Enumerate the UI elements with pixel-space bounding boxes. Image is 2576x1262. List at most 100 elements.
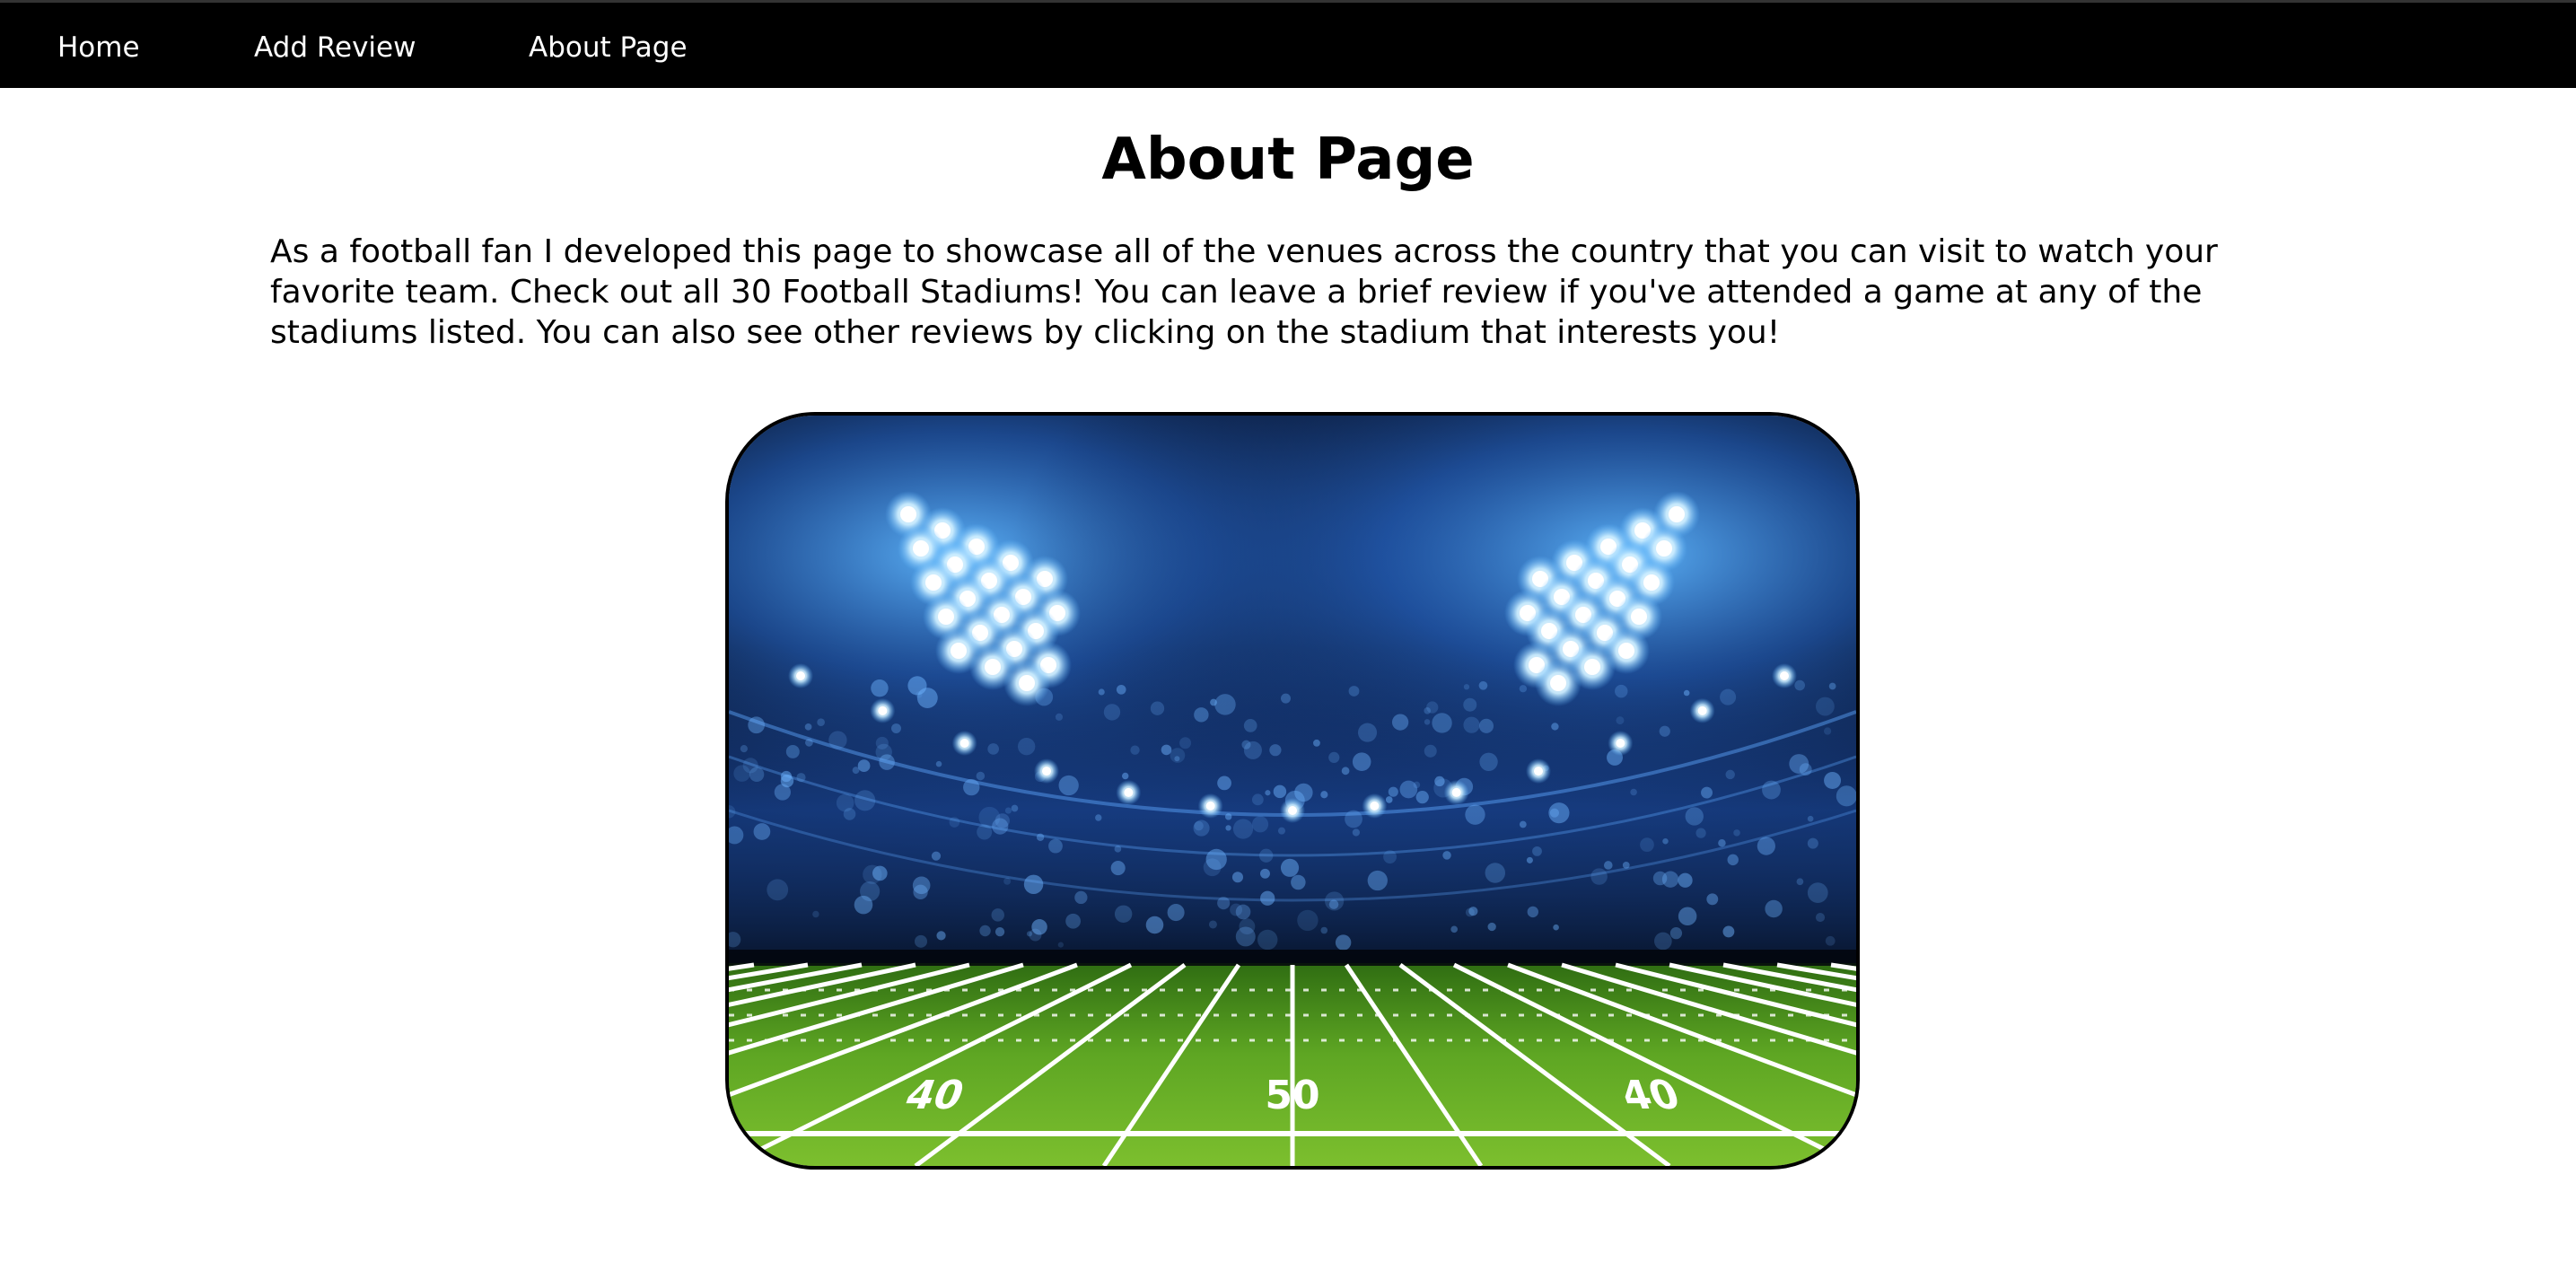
floodlight-bulb-core — [1631, 609, 1647, 625]
bokeh-dot — [785, 744, 800, 758]
bokeh-dot — [1615, 684, 1628, 698]
bokeh-dot — [1004, 807, 1012, 814]
bokeh-dot — [1352, 752, 1371, 771]
bokeh-dot — [1194, 707, 1209, 723]
floodlight-bulb-core — [1656, 540, 1672, 557]
bokeh-dot — [1479, 752, 1498, 771]
nav-link-add-review[interactable]: Add Review — [254, 31, 416, 64]
bokeh-dot — [1432, 713, 1452, 733]
bokeh-dot — [1824, 727, 1832, 735]
nav-link-about-page[interactable]: About Page — [529, 31, 688, 64]
bokeh-dot — [1757, 837, 1775, 855]
bokeh-dot — [1048, 838, 1063, 854]
bokeh-dot — [1659, 725, 1670, 737]
bokeh-dot — [1526, 856, 1533, 863]
bokeh-dot — [1231, 872, 1244, 883]
bokeh-dot — [1161, 744, 1172, 756]
bokeh-dot — [1348, 686, 1360, 697]
bokeh-dot — [1463, 716, 1480, 733]
bokeh-dot — [1603, 861, 1613, 870]
bokeh-dot — [1519, 820, 1527, 828]
bokeh-dot — [914, 934, 928, 948]
bokeh-dot — [1683, 689, 1690, 697]
field-number-center: 50 — [1265, 1073, 1319, 1118]
bokeh-dot — [1297, 909, 1319, 932]
bokeh-dot — [936, 931, 946, 941]
bokeh-dot — [979, 925, 991, 937]
bokeh-dot — [1225, 825, 1231, 831]
bokeh-dot — [1114, 846, 1122, 853]
bokeh-dot — [1725, 769, 1735, 780]
bokeh-dot — [1669, 926, 1683, 940]
floodlight-bulb-core — [938, 609, 954, 625]
bokeh-dot — [1243, 719, 1257, 732]
ring-light-core — [878, 705, 888, 715]
bokeh-dot — [1011, 804, 1019, 812]
bokeh-dot — [1280, 858, 1300, 877]
bokeh-dot — [1485, 863, 1506, 883]
floodlight-bulb-core — [1584, 659, 1600, 675]
bokeh-dot — [1114, 905, 1133, 924]
floodlight-bulb-core — [1643, 574, 1660, 591]
stadium-hero-image: 40 50 40 — [725, 412, 1860, 1170]
bokeh-dot — [1678, 907, 1697, 926]
bokeh-dot — [1320, 791, 1328, 799]
floodlight-bulb-core — [951, 643, 967, 659]
bokeh-dot — [978, 806, 1001, 828]
bokeh-dot — [1551, 723, 1559, 731]
bokeh-dot — [767, 879, 789, 901]
bokeh-dot — [1217, 897, 1231, 910]
bokeh-dot — [780, 770, 793, 783]
bokeh-dot — [1720, 688, 1737, 705]
bokeh-dot — [872, 865, 888, 881]
bokeh-dot — [907, 676, 927, 696]
ring-light-core — [1616, 739, 1625, 748]
bokeh-dot — [1122, 772, 1129, 780]
bokeh-dot — [1487, 922, 1496, 932]
bokeh-dot — [1203, 858, 1222, 877]
bokeh-dot — [1023, 874, 1044, 895]
bokeh-dot — [1277, 827, 1286, 835]
bokeh-dot — [1328, 751, 1340, 764]
floodlight-bulb-core — [1019, 675, 1035, 691]
ring-light-core — [1124, 787, 1134, 797]
bokeh-dot — [1217, 776, 1231, 791]
bokeh-dot — [1590, 868, 1608, 885]
bokeh-dot — [1259, 848, 1274, 863]
bokeh-dot — [1789, 754, 1809, 774]
bokeh-dot — [976, 771, 986, 781]
bokeh-dot — [1179, 737, 1192, 749]
bokeh-dot — [1313, 739, 1320, 747]
floodlight-bulb-core — [1618, 643, 1634, 659]
bokeh-dot — [1074, 890, 1088, 905]
bokeh-dot — [1388, 786, 1398, 797]
bokeh-dot — [1057, 942, 1064, 948]
bokeh-dot — [1825, 935, 1836, 946]
bokeh-dot — [1424, 744, 1437, 758]
bokeh-dot — [740, 745, 748, 753]
nav-link-home[interactable]: Home — [57, 31, 140, 64]
bokeh-dot — [1815, 913, 1826, 923]
bokeh-dot — [804, 723, 812, 731]
top-nav: Home Add Review About Page — [0, 0, 2576, 88]
bokeh-dot — [749, 767, 765, 783]
bokeh-dot — [1685, 807, 1704, 826]
bokeh-dot — [1251, 816, 1269, 833]
bokeh-dot — [805, 738, 813, 747]
bokeh-dot — [1762, 780, 1781, 800]
bokeh-dot — [1103, 704, 1121, 721]
floodlight-bulb-core — [1669, 506, 1685, 522]
bokeh-dot — [1630, 788, 1637, 796]
bokeh-dot — [1718, 838, 1726, 847]
bokeh-dot — [1273, 784, 1287, 799]
bokeh-dot — [1465, 907, 1475, 917]
bokeh-dot — [1280, 693, 1291, 704]
bokeh-dot — [949, 817, 960, 828]
bokeh-dot — [1341, 767, 1350, 776]
intro-paragraph: As a football fan I developed this page … — [270, 233, 2218, 351]
bokeh-dot — [1345, 810, 1362, 828]
floodlight-bulb-core — [1550, 675, 1566, 691]
bokeh-dot — [1036, 833, 1045, 841]
bokeh-dot — [1622, 861, 1630, 869]
bokeh-dot — [817, 718, 825, 727]
